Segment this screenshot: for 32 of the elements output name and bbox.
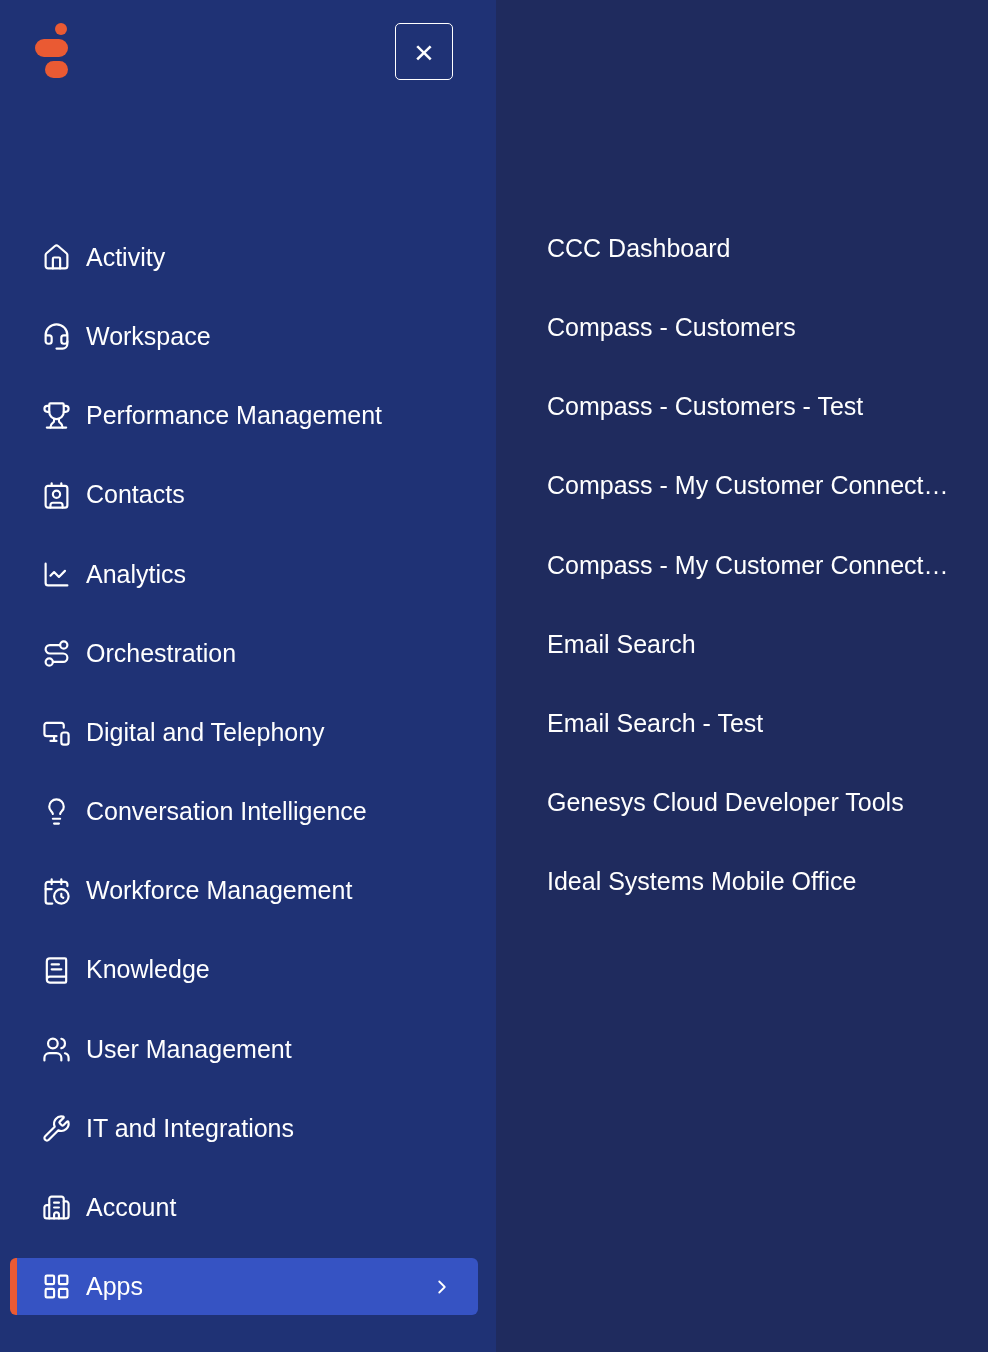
nav-item[interactable]: User Management bbox=[10, 1020, 478, 1078]
submenu-link[interactable]: CCC Dashboard bbox=[547, 229, 731, 268]
nav-item[interactable]: Account bbox=[10, 1179, 478, 1237]
submenu-link[interactable]: Email Search - Test bbox=[547, 704, 764, 743]
submenu-link[interactable]: Compass - Customers - Test bbox=[547, 388, 864, 426]
house-icon bbox=[42, 243, 71, 272]
calendar-icon bbox=[42, 876, 71, 906]
submenu-link[interactable]: Email Search bbox=[547, 625, 696, 664]
nav-item[interactable]: Knowledge bbox=[10, 941, 478, 999]
nav-item[interactable]: Workspace bbox=[10, 308, 478, 366]
nav-item[interactable]: Analytics bbox=[10, 545, 478, 603]
nav-item[interactable]: Digital and Telephony bbox=[10, 704, 478, 762]
submenu-link[interactable]: Compass - My Customer Connect… bbox=[547, 467, 949, 505]
close-button[interactable]: × bbox=[395, 23, 453, 80]
submenu-link[interactable]: Genesys Cloud Developer Tools bbox=[547, 784, 904, 822]
headset-icon bbox=[42, 322, 71, 352]
nav-item[interactable]: IT and Integrations bbox=[10, 1100, 478, 1158]
nav-item[interactable]: Workforce Management bbox=[10, 862, 478, 920]
nav-item[interactable]: Apps bbox=[10, 1258, 478, 1316]
submenu-link[interactable]: Compass - My Customer Connect… bbox=[547, 546, 949, 584]
contact-card-icon bbox=[42, 480, 71, 510]
nav-item[interactable]: Contacts bbox=[10, 466, 478, 524]
nav-item[interactable]: Performance Management bbox=[10, 387, 478, 445]
logo-icon bbox=[35, 23, 68, 78]
submenu-link[interactable]: Ideal Systems Mobile Office bbox=[547, 863, 857, 901]
route-icon bbox=[42, 638, 71, 668]
submenu-link[interactable]: Compass - Customers bbox=[547, 308, 796, 347]
trophy-icon bbox=[42, 401, 71, 431]
wrench-icon bbox=[42, 1114, 71, 1144]
nav-item[interactable]: Activity bbox=[10, 229, 478, 286]
nav-item[interactable]: Conversation Intelligence bbox=[10, 783, 478, 841]
nav-item[interactable]: Orchestration bbox=[10, 624, 478, 682]
